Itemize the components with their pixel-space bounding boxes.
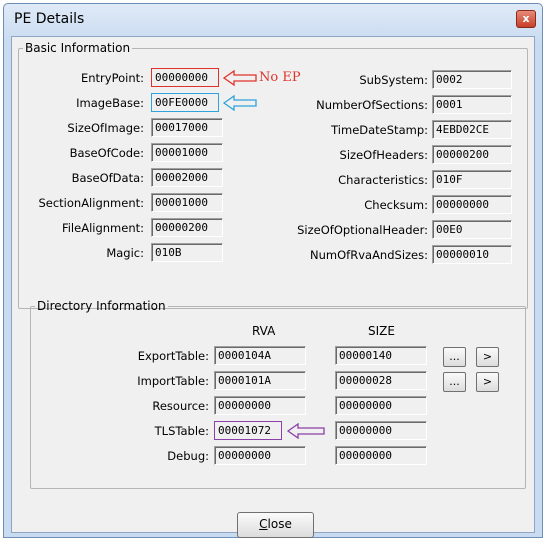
characteristics-field[interactable]: 010F bbox=[432, 170, 512, 189]
checksum-field[interactable]: 00000000 bbox=[432, 195, 512, 214]
pe-details-window: PE Details x Basic Information EntryPoin… bbox=[3, 3, 543, 538]
debug-size-field[interactable]: 00000000 bbox=[335, 446, 427, 465]
sectionalignment-label: SectionAlignment: bbox=[38, 196, 144, 210]
numofrvaandsizes-field[interactable]: 00000010 bbox=[432, 245, 512, 264]
sizeofoptionalheader-label: SizeOfOptionalHeader: bbox=[297, 223, 428, 237]
baseofcode-label: BaseOfCode: bbox=[69, 146, 144, 160]
sizeofheaders-label: SizeOfHeaders: bbox=[339, 148, 428, 162]
basic-information-legend: Basic Information bbox=[25, 41, 131, 55]
baseofdata-field[interactable]: 00002000 bbox=[151, 168, 223, 187]
filealignment-field[interactable]: 00000200 bbox=[151, 218, 223, 237]
size-column-header: SIZE bbox=[368, 324, 395, 338]
exporttable-size-field[interactable]: 00000140 bbox=[335, 346, 427, 365]
resource-rva-field[interactable]: 00000000 bbox=[214, 396, 306, 415]
title-bar[interactable]: PE Details x bbox=[4, 4, 542, 34]
sizeofoptionalheader-field[interactable]: 00E0 bbox=[432, 220, 512, 239]
checksum-label: Checksum: bbox=[364, 198, 428, 212]
directory-information-legend: Directory Information bbox=[37, 299, 166, 313]
tlstable-rva-field[interactable]: 00001072 bbox=[214, 421, 282, 440]
purple-arrow-icon bbox=[286, 422, 325, 440]
subsystem-label: SubSystem: bbox=[359, 73, 428, 87]
sizeofheaders-field[interactable]: 00000200 bbox=[432, 145, 512, 164]
tlstable-label: TLSTable: bbox=[154, 424, 209, 438]
resource-label: Resource: bbox=[152, 399, 209, 413]
timedatestamp-label: TimeDateStamp: bbox=[331, 123, 428, 137]
numofrvaandsizes-label: NumOfRvaAndSizes: bbox=[310, 248, 428, 262]
exporttable-rva-field[interactable]: 0000104A bbox=[214, 346, 306, 365]
importtable-details-button[interactable]: ... bbox=[443, 372, 466, 392]
importtable-label: ImportTable: bbox=[137, 374, 209, 388]
tlstable-size-field[interactable]: 00000000 bbox=[335, 421, 427, 440]
magic-label: Magic: bbox=[106, 246, 144, 260]
sizeofimage-label: SizeOfImage: bbox=[67, 121, 144, 135]
importtable-size-field[interactable]: 00000028 bbox=[335, 371, 427, 390]
entrypoint-field[interactable]: 00000000 bbox=[151, 68, 219, 87]
baseofcode-field[interactable]: 00001000 bbox=[151, 143, 223, 162]
imagebase-field[interactable]: 00FE0000 bbox=[151, 93, 219, 112]
timedatestamp-field[interactable]: 4EBD02CE bbox=[432, 120, 512, 139]
debug-label: Debug: bbox=[167, 449, 209, 463]
entrypoint-label: EntryPoint: bbox=[80, 71, 144, 85]
exporttable-label: ExportTable: bbox=[137, 349, 209, 363]
no-ep-annotation: No EP bbox=[259, 70, 301, 85]
dialog-client-area: Basic Information EntryPoint: 00000000 I… bbox=[11, 36, 535, 538]
baseofdata-label: BaseOfData: bbox=[71, 171, 144, 185]
subsystem-field[interactable]: 0002 bbox=[432, 70, 512, 89]
close-icon: x bbox=[522, 12, 530, 25]
numberofsections-label: NumberOfSections: bbox=[316, 98, 428, 112]
imagebase-label: ImageBase: bbox=[76, 96, 144, 110]
rva-column-header: RVA bbox=[252, 324, 276, 338]
importtable-go-button[interactable]: > bbox=[476, 372, 499, 392]
exporttable-details-button[interactable]: ... bbox=[443, 347, 466, 367]
numberofsections-field[interactable]: 0001 bbox=[432, 95, 512, 114]
sectionalignment-field[interactable]: 00001000 bbox=[151, 193, 223, 212]
filealignment-label: FileAlignment: bbox=[61, 221, 144, 235]
characteristics-label: Characteristics: bbox=[338, 173, 428, 187]
exporttable-go-button[interactable]: > bbox=[476, 347, 499, 367]
window-title: PE Details bbox=[14, 11, 85, 27]
debug-rva-field[interactable]: 00000000 bbox=[214, 446, 306, 465]
magic-field[interactable]: 010B bbox=[151, 243, 223, 262]
close-mnemonic: C bbox=[259, 517, 268, 531]
window-close-button[interactable]: x bbox=[516, 10, 536, 28]
red-arrow-icon bbox=[222, 69, 257, 87]
close-button[interactable]: Close bbox=[237, 512, 314, 538]
sizeofimage-field[interactable]: 00017000 bbox=[151, 118, 223, 137]
resource-size-field[interactable]: 00000000 bbox=[335, 396, 427, 415]
blue-arrow-icon bbox=[222, 94, 257, 112]
close-label-rest: lose bbox=[267, 517, 292, 531]
importtable-rva-field[interactable]: 0000101A bbox=[214, 371, 306, 390]
